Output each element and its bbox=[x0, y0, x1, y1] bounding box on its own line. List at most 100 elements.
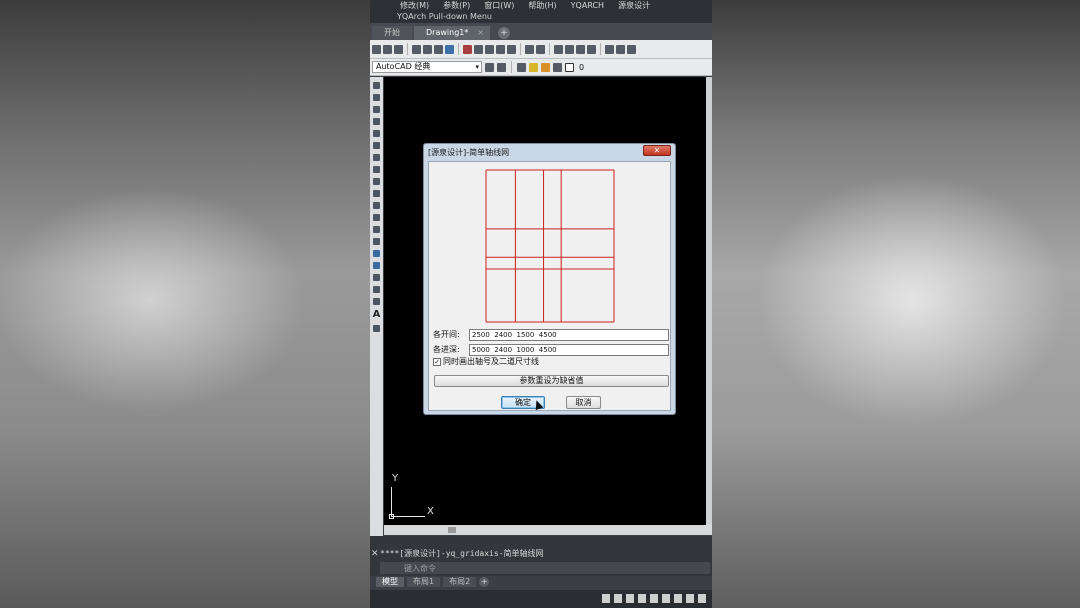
insert-block-icon[interactable] bbox=[373, 214, 380, 221]
osnap-toggle-icon[interactable] bbox=[662, 594, 670, 603]
line-tool-icon[interactable] bbox=[373, 82, 380, 89]
arc-icon[interactable] bbox=[373, 142, 380, 149]
layer-lock-icon[interactable] bbox=[553, 62, 562, 72]
ucs-x-axis-line bbox=[391, 516, 425, 517]
circle-icon[interactable] bbox=[373, 154, 380, 161]
ellipse-arc-icon[interactable] bbox=[373, 202, 380, 209]
gradient-icon[interactable] bbox=[373, 262, 380, 269]
boundary-icon[interactable] bbox=[373, 298, 380, 305]
undo-icon[interactable] bbox=[525, 44, 534, 54]
standard-toolbar bbox=[370, 40, 712, 59]
workspace-toolbar-icon[interactable] bbox=[497, 62, 506, 72]
tab-model[interactable]: 模型 bbox=[376, 576, 404, 587]
layer-properties-icon[interactable] bbox=[517, 62, 526, 72]
menu-window[interactable]: 窗口(W) bbox=[484, 0, 514, 10]
print-icon[interactable] bbox=[412, 44, 421, 54]
blurred-background-left bbox=[0, 0, 370, 608]
menu-modify[interactable]: 修改(M) bbox=[400, 0, 429, 10]
tab-layout2[interactable]: 布局2 bbox=[443, 576, 477, 587]
menu-yqarch[interactable]: YQARCH bbox=[571, 1, 604, 10]
command-input[interactable]: 键入命令 bbox=[404, 563, 436, 574]
polar-toggle-icon[interactable] bbox=[650, 594, 658, 603]
redo-icon[interactable] bbox=[536, 44, 545, 54]
scrollbar-thumb[interactable] bbox=[448, 527, 456, 533]
command-window: ✕ ****[源泉设计]-yq_gridaxis-简单轴线网 键入命令 bbox=[370, 536, 712, 576]
model-space-icon[interactable] bbox=[602, 594, 610, 603]
ucs-y-label: Y bbox=[392, 473, 399, 484]
layer-color-square-icon[interactable] bbox=[565, 62, 574, 72]
current-layer-name[interactable]: 0 bbox=[579, 63, 584, 72]
add-selected-icon[interactable] bbox=[373, 325, 380, 332]
command-input-row[interactable]: 键入命令 bbox=[380, 562, 710, 574]
command-close-icon[interactable]: ✕ bbox=[371, 549, 379, 559]
toolbar-divider bbox=[520, 43, 521, 55]
paste-icon[interactable] bbox=[485, 44, 494, 54]
layer-on-bulb-icon[interactable] bbox=[529, 62, 538, 72]
draw-axis-numbers-checkbox[interactable]: ✓ bbox=[433, 357, 441, 366]
dialog-title: [源泉设计]-简单轴线网 bbox=[428, 148, 510, 157]
snap-toggle-icon[interactable] bbox=[626, 594, 634, 603]
ortho-toggle-icon[interactable] bbox=[638, 594, 646, 603]
new-tab-button[interactable]: + bbox=[498, 27, 510, 39]
publish-icon[interactable] bbox=[434, 44, 443, 54]
design-center-icon[interactable] bbox=[616, 44, 625, 54]
workspace-toolbar: AutoCAD 经典 ▾ 0 bbox=[370, 59, 712, 76]
menu-params[interactable]: 参数(P) bbox=[443, 0, 470, 10]
menu-yuanquan[interactable]: 源泉设计 bbox=[618, 0, 650, 10]
draw-axis-numbers-option[interactable]: ✓ 同时画出轴号及二道尺寸线 bbox=[433, 356, 539, 367]
cancel-button[interactable]: 取消 bbox=[566, 396, 601, 409]
cut-icon[interactable] bbox=[463, 44, 472, 54]
pan-hand-icon[interactable] bbox=[554, 44, 563, 54]
tab-start[interactable]: 开始 bbox=[372, 26, 412, 40]
tab-drawing1[interactable]: Drawing1* × bbox=[414, 26, 490, 40]
toolbar-divider bbox=[549, 43, 550, 55]
workspace-switch-icon[interactable] bbox=[686, 594, 694, 603]
construction-line-icon[interactable] bbox=[373, 94, 380, 101]
vertical-scrollbar[interactable] bbox=[706, 77, 712, 525]
menu-help[interactable]: 帮助(H) bbox=[528, 0, 556, 10]
new-file-icon[interactable] bbox=[372, 44, 381, 54]
tab-close-icon[interactable]: × bbox=[477, 26, 484, 40]
zoom-realtime-icon[interactable] bbox=[565, 44, 574, 54]
3d-dwf-icon[interactable] bbox=[445, 44, 454, 54]
save-icon[interactable] bbox=[394, 44, 403, 54]
multiline-text-icon[interactable]: A bbox=[373, 310, 381, 320]
hatch-icon[interactable] bbox=[373, 250, 380, 257]
depths-input[interactable] bbox=[469, 344, 669, 356]
revision-cloud-icon[interactable] bbox=[373, 166, 380, 173]
open-file-icon[interactable] bbox=[383, 44, 392, 54]
horizontal-scrollbar[interactable] bbox=[384, 525, 712, 535]
region-icon[interactable] bbox=[373, 274, 380, 281]
grid-toggle-icon[interactable] bbox=[614, 594, 622, 603]
spline-icon[interactable] bbox=[373, 178, 380, 185]
rectangle-icon[interactable] bbox=[373, 130, 380, 137]
workspace-settings-gear-icon[interactable] bbox=[485, 62, 494, 72]
zoom-previous-icon[interactable] bbox=[587, 44, 596, 54]
polyline-icon[interactable] bbox=[373, 106, 380, 113]
annotation-scale-icon[interactable] bbox=[674, 594, 682, 603]
layout-tabs: 模型 布局1 布局2 + bbox=[370, 576, 712, 587]
customize-status-icon[interactable] bbox=[698, 594, 706, 603]
file-tab-bar: 开始 Drawing1* × + bbox=[370, 23, 712, 40]
grid-axis-dialog: [源泉设计]-简单轴线网 ✕ 各开间: 各进深: ✓ 同时画出轴号及二道尺寸线 … bbox=[423, 143, 676, 415]
polygon-icon[interactable] bbox=[373, 118, 380, 125]
point-icon[interactable] bbox=[373, 238, 380, 245]
workspace-select[interactable]: AutoCAD 经典 ▾ bbox=[372, 61, 482, 73]
table-icon[interactable] bbox=[373, 286, 380, 293]
paste-block-icon[interactable] bbox=[496, 44, 505, 54]
make-block-icon[interactable] bbox=[373, 226, 380, 233]
layer-freeze-sun-icon[interactable] bbox=[541, 62, 550, 72]
ellipse-icon[interactable] bbox=[373, 190, 380, 197]
tab-layout1[interactable]: 布局1 bbox=[407, 576, 441, 587]
dialog-close-button[interactable]: ✕ bbox=[643, 145, 671, 156]
copy-icon[interactable] bbox=[474, 44, 483, 54]
properties-icon[interactable] bbox=[605, 44, 614, 54]
match-properties-icon[interactable] bbox=[507, 44, 516, 54]
add-layout-button[interactable]: + bbox=[479, 576, 490, 587]
zoom-window-icon[interactable] bbox=[576, 44, 585, 54]
bays-input[interactable] bbox=[469, 329, 669, 341]
print-preview-icon[interactable] bbox=[423, 44, 432, 54]
tool-palettes-icon[interactable] bbox=[627, 44, 636, 54]
reset-defaults-button[interactable]: 参数重设为缺省值 bbox=[434, 375, 669, 387]
depths-row: 各进深: bbox=[433, 344, 670, 356]
